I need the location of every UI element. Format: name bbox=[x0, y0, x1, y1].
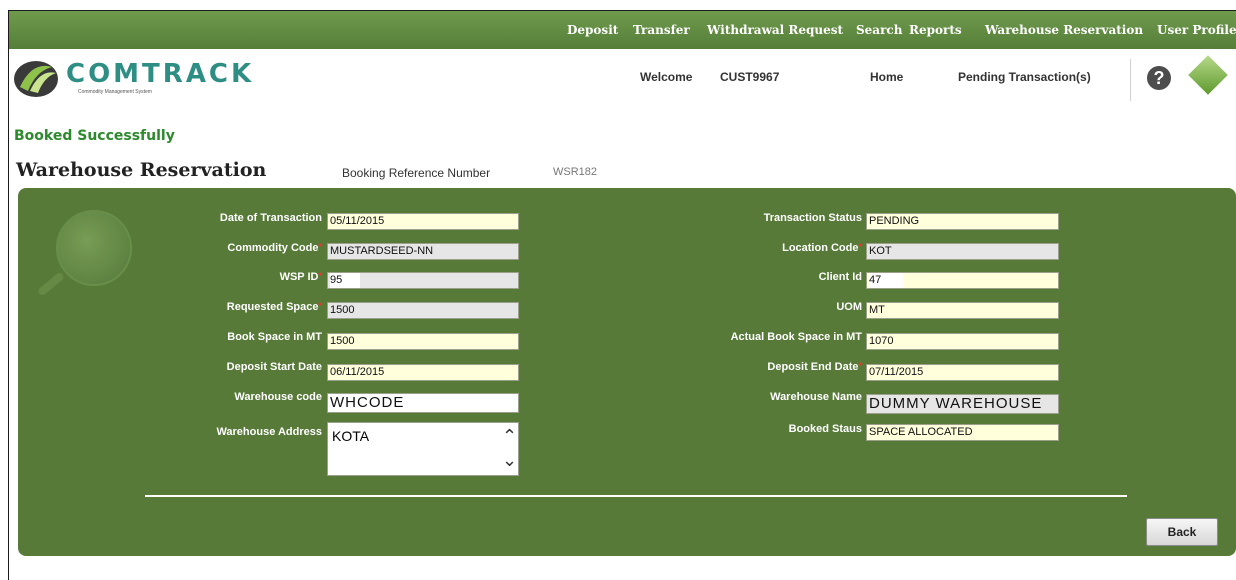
nav-withdrawal-request[interactable]: Withdrawal Request bbox=[707, 23, 843, 37]
deposit-end-date-field[interactable]: 07/11/2015 bbox=[866, 364, 1059, 381]
booking-reference-label: Booking Reference Number bbox=[342, 166, 491, 180]
username: CUST9967 bbox=[720, 70, 780, 84]
wsp-id-label: WSP ID* bbox=[279, 271, 322, 283]
requested-space-field[interactable]: 1500 bbox=[327, 302, 519, 319]
welcome-label: Welcome bbox=[640, 70, 693, 84]
scroll-down-icon[interactable]: ⌄ bbox=[502, 451, 517, 469]
wsp-id-value: 95 bbox=[330, 273, 360, 288]
deposit-start-date-label: Deposit Start Date bbox=[226, 361, 322, 373]
warehouse-code-label: Warehouse code bbox=[234, 391, 322, 403]
magnifier-watermark-icon bbox=[56, 210, 132, 286]
deposit-end-date-label: Deposit End Date* bbox=[767, 361, 862, 373]
client-id-field[interactable]: 47 bbox=[866, 272, 1059, 289]
nav-search[interactable]: Search bbox=[856, 23, 902, 37]
booked-status-field[interactable]: SPACE ALLOCATED bbox=[866, 424, 1059, 441]
pending-transactions-link[interactable]: Pending Transaction(s) bbox=[958, 70, 1091, 84]
logo-tagline: Commodity Management System bbox=[78, 89, 152, 95]
nav-transfer[interactable]: Transfer bbox=[633, 23, 690, 37]
header-divider bbox=[1130, 59, 1131, 101]
comtrack-logo[interactable]: COMTRACK Commodity Management System bbox=[12, 55, 251, 105]
uom-label: UOM bbox=[836, 301, 862, 313]
logo-wordmark: COMTRACK bbox=[66, 59, 255, 89]
actual-book-space-field[interactable]: 1070 bbox=[866, 333, 1059, 350]
back-button[interactable]: Back bbox=[1146, 518, 1218, 546]
transaction-status-label: Transaction Status bbox=[763, 212, 862, 224]
client-id-label: Client Id bbox=[818, 271, 862, 283]
warehouse-address-textarea[interactable]: KOTA ⌃ ⌄ bbox=[327, 422, 519, 476]
warehouse-name-field[interactable]: DUMMY WAREHOUSE bbox=[866, 394, 1059, 414]
warehouse-address-value: KOTA bbox=[332, 428, 370, 444]
wsp-id-field[interactable]: 95 bbox=[327, 272, 519, 289]
help-icon[interactable]: ? bbox=[1147, 66, 1171, 90]
requested-space-label: Requested Space* bbox=[226, 301, 322, 313]
actual-book-space-label: Actual Book Space in MT bbox=[730, 331, 862, 343]
warehouse-code-field[interactable]: WHCODE bbox=[327, 393, 519, 413]
logo-swoosh-icon bbox=[14, 61, 58, 97]
date-of-transaction-field[interactable]: 05/11/2015 bbox=[327, 213, 519, 230]
nav-reports[interactable]: Reports bbox=[909, 23, 962, 37]
location-code-field[interactable]: KOT bbox=[866, 243, 1059, 260]
nav-warehouse-reservation[interactable]: Warehouse Reservation bbox=[985, 23, 1143, 37]
location-code-label: Location Code* bbox=[782, 242, 862, 254]
warehouse-address-label: Warehouse Address bbox=[216, 426, 322, 438]
home-link[interactable]: Home bbox=[870, 70, 903, 84]
commodity-code-field[interactable]: MUSTARDSEED-NN bbox=[327, 243, 519, 260]
form-divider bbox=[145, 495, 1127, 497]
deposit-start-date-field[interactable]: 06/11/2015 bbox=[327, 364, 519, 381]
client-id-value: 47 bbox=[869, 273, 903, 288]
book-space-label: Book Space in MT bbox=[227, 331, 322, 343]
uom-field[interactable]: MT bbox=[866, 302, 1059, 319]
booked-status-label: Booked Staus bbox=[788, 423, 862, 435]
nav-deposit[interactable]: Deposit bbox=[567, 23, 618, 37]
date-of-transaction-label: Date of Transaction bbox=[219, 212, 322, 224]
booking-reference-value: WSR182 bbox=[553, 166, 598, 178]
top-navigation: Deposit Transfer Withdrawal Request Sear… bbox=[9, 11, 1236, 49]
commodity-code-label: Commodity Code* bbox=[227, 242, 322, 254]
transaction-status-field[interactable]: PENDING bbox=[866, 213, 1059, 230]
page-title: Warehouse Reservation bbox=[16, 159, 267, 181]
scroll-up-icon[interactable]: ⌃ bbox=[502, 427, 517, 445]
book-space-field[interactable]: 1500 bbox=[327, 333, 519, 350]
success-message: Booked Successfully bbox=[14, 128, 175, 144]
nav-user-profile[interactable]: User Profile bbox=[1157, 23, 1236, 37]
warehouse-name-label: Warehouse Name bbox=[770, 391, 862, 403]
